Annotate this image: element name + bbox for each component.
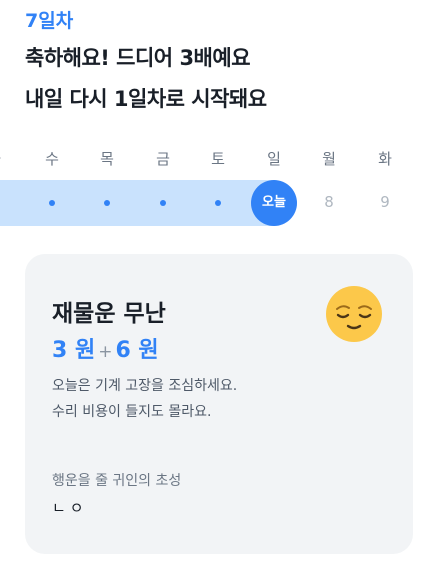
- attended-dot: [160, 200, 166, 206]
- weekday-label: 토: [211, 150, 225, 168]
- weekday-label: 화: [0, 148, 14, 169]
- weekday-label: 목: [100, 150, 114, 168]
- weekday-label: 금: [156, 150, 170, 168]
- fortune-card: 재물운 무난 3 원 + 6 원 오늘은 기계 고장을 조심하세요. 수리 비용…: [25, 254, 413, 554]
- attended-dot: [104, 200, 110, 206]
- weekday-label: 일: [267, 150, 281, 168]
- reward-amount: 3 원 + 6 원: [52, 332, 159, 364]
- hint-label: 행운을 줄 귀인의 초성: [52, 473, 182, 489]
- weekday-label: 화: [378, 150, 392, 168]
- attendance-track: 오늘 8 9: [0, 180, 438, 226]
- relieved-face-icon: [326, 286, 382, 342]
- attended-dot: [49, 200, 55, 206]
- headline-line-2: 내일 다시 1일차로 시작돼요: [25, 87, 267, 111]
- hint-value: ㄴㅇ: [52, 499, 88, 517]
- weekday-label: 월: [322, 150, 336, 168]
- weekday-row: 화 수 목 금 토 일 월 화: [0, 148, 438, 172]
- future-day: 9: [380, 193, 390, 211]
- future-day: 8: [324, 193, 334, 211]
- day-label: 7일차: [25, 10, 74, 32]
- fortune-description: 수리 비용이 들지도 몰라요.: [52, 404, 212, 420]
- reward-base: 3 원: [52, 338, 96, 363]
- reward-bonus: 6 원: [115, 338, 159, 363]
- plus-sign: +: [98, 342, 113, 362]
- weekday-label: 수: [45, 150, 59, 168]
- attended-dot: [215, 200, 221, 206]
- fortune-description: 오늘은 기계 고장을 조심하세요.: [52, 378, 238, 394]
- headline-line-1: 축하해요! 드디어 3배예요: [25, 46, 251, 70]
- today-marker[interactable]: 오늘: [251, 180, 297, 226]
- fortune-title: 재물운 무난: [52, 301, 166, 327]
